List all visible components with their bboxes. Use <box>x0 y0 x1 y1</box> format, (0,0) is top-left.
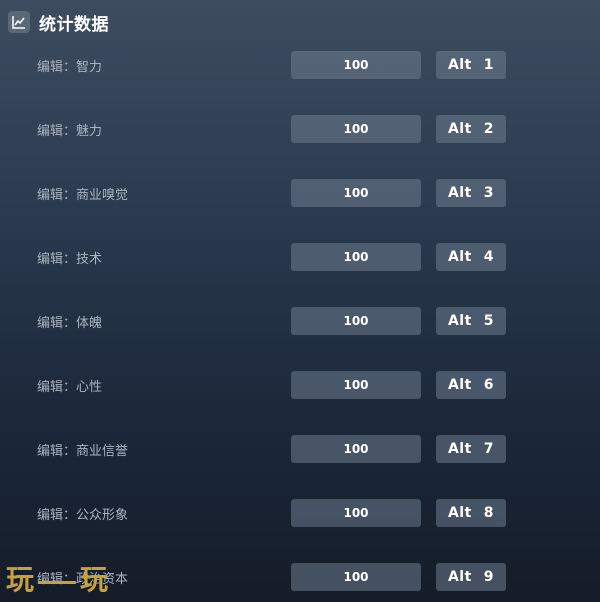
hotkey-key: 2 <box>483 121 495 137</box>
panel-header: 统计数据 <box>8 9 109 35</box>
stat-label: 编辑：公众形象 <box>37 508 129 523</box>
hotkey-button[interactable]: Alt 8 <box>436 499 506 527</box>
stat-value-input[interactable]: 100 <box>291 499 421 527</box>
stat-row: 编辑：智力 100 Alt 1 <box>0 51 600 79</box>
watermark-char-right: 玩 <box>80 563 109 596</box>
hotkey-button[interactable]: Alt 7 <box>436 435 506 463</box>
hotkey-button[interactable]: Alt 2 <box>436 115 506 143</box>
stat-row: 编辑：心性 100 Alt 6 <box>0 371 600 399</box>
stat-label: 编辑：技术 <box>37 252 103 267</box>
hotkey-key: 6 <box>483 377 495 393</box>
hotkey-modifier: Alt <box>447 249 472 265</box>
stat-row: 编辑：公众形象 100 Alt 8 <box>0 499 600 527</box>
stat-value-input[interactable]: 100 <box>291 179 421 207</box>
stat-label: 编辑：商业嗅觉 <box>37 188 129 203</box>
stat-value-input[interactable]: 100 <box>291 115 421 143</box>
hotkey-key: 9 <box>483 569 495 585</box>
hotkey-modifier: Alt <box>447 441 472 457</box>
stat-label: 编辑：心性 <box>37 380 103 395</box>
stat-row: 编辑：商业信誉 100 Alt 7 <box>0 435 600 463</box>
hotkey-modifier: Alt <box>447 505 472 521</box>
watermark-dash <box>38 581 77 584</box>
site-watermark-logo: 玩 玩 <box>6 566 108 594</box>
hotkey-button[interactable]: Alt 4 <box>436 243 506 271</box>
hotkey-key: 7 <box>483 441 495 457</box>
hotkey-button[interactable]: Alt 1 <box>436 51 506 79</box>
stat-row: 编辑：技术 100 Alt 4 <box>0 243 600 271</box>
hotkey-modifier: Alt <box>447 313 472 329</box>
hotkey-modifier: Alt <box>447 121 472 137</box>
hotkey-button[interactable]: Alt 3 <box>436 179 506 207</box>
stat-value-input[interactable]: 100 <box>291 371 421 399</box>
stats-panel: 统计数据 编辑：智力 100 Alt 1 编辑：魅力 100 Alt 2 编辑：… <box>0 0 600 602</box>
stat-label: 编辑：商业信誉 <box>37 444 129 459</box>
hotkey-modifier: Alt <box>447 377 472 393</box>
stat-value-input[interactable]: 100 <box>291 307 421 335</box>
stat-row: 编辑：体魄 100 Alt 5 <box>0 307 600 335</box>
stat-value-input[interactable]: 100 <box>291 563 421 591</box>
hotkey-key: 5 <box>483 313 495 329</box>
hotkey-modifier: Alt <box>447 57 472 73</box>
stat-row: 编辑：魅力 100 Alt 2 <box>0 115 600 143</box>
watermark-char-left: 玩 <box>6 563 35 596</box>
hotkey-modifier: Alt <box>447 185 472 201</box>
stat-value-input[interactable]: 100 <box>291 51 421 79</box>
stat-row: 编辑：商业嗅觉 100 Alt 3 <box>0 179 600 207</box>
stat-value-input[interactable]: 100 <box>291 243 421 271</box>
stat-value-input[interactable]: 100 <box>291 435 421 463</box>
stat-label: 编辑：智力 <box>37 60 103 75</box>
stat-label: 编辑：体魄 <box>37 316 103 331</box>
hotkey-key: 8 <box>483 505 495 521</box>
hotkey-key: 1 <box>483 57 495 73</box>
stat-label: 编辑：魅力 <box>37 124 103 139</box>
hotkey-button[interactable]: Alt 9 <box>436 563 506 591</box>
hotkey-key: 3 <box>483 185 495 201</box>
hotkey-button[interactable]: Alt 5 <box>436 307 506 335</box>
hotkey-button[interactable]: Alt 6 <box>436 371 506 399</box>
hotkey-modifier: Alt <box>447 569 472 585</box>
page-title: 统计数据 <box>39 14 109 35</box>
chart-line-icon <box>8 11 30 33</box>
hotkey-key: 4 <box>483 249 495 265</box>
